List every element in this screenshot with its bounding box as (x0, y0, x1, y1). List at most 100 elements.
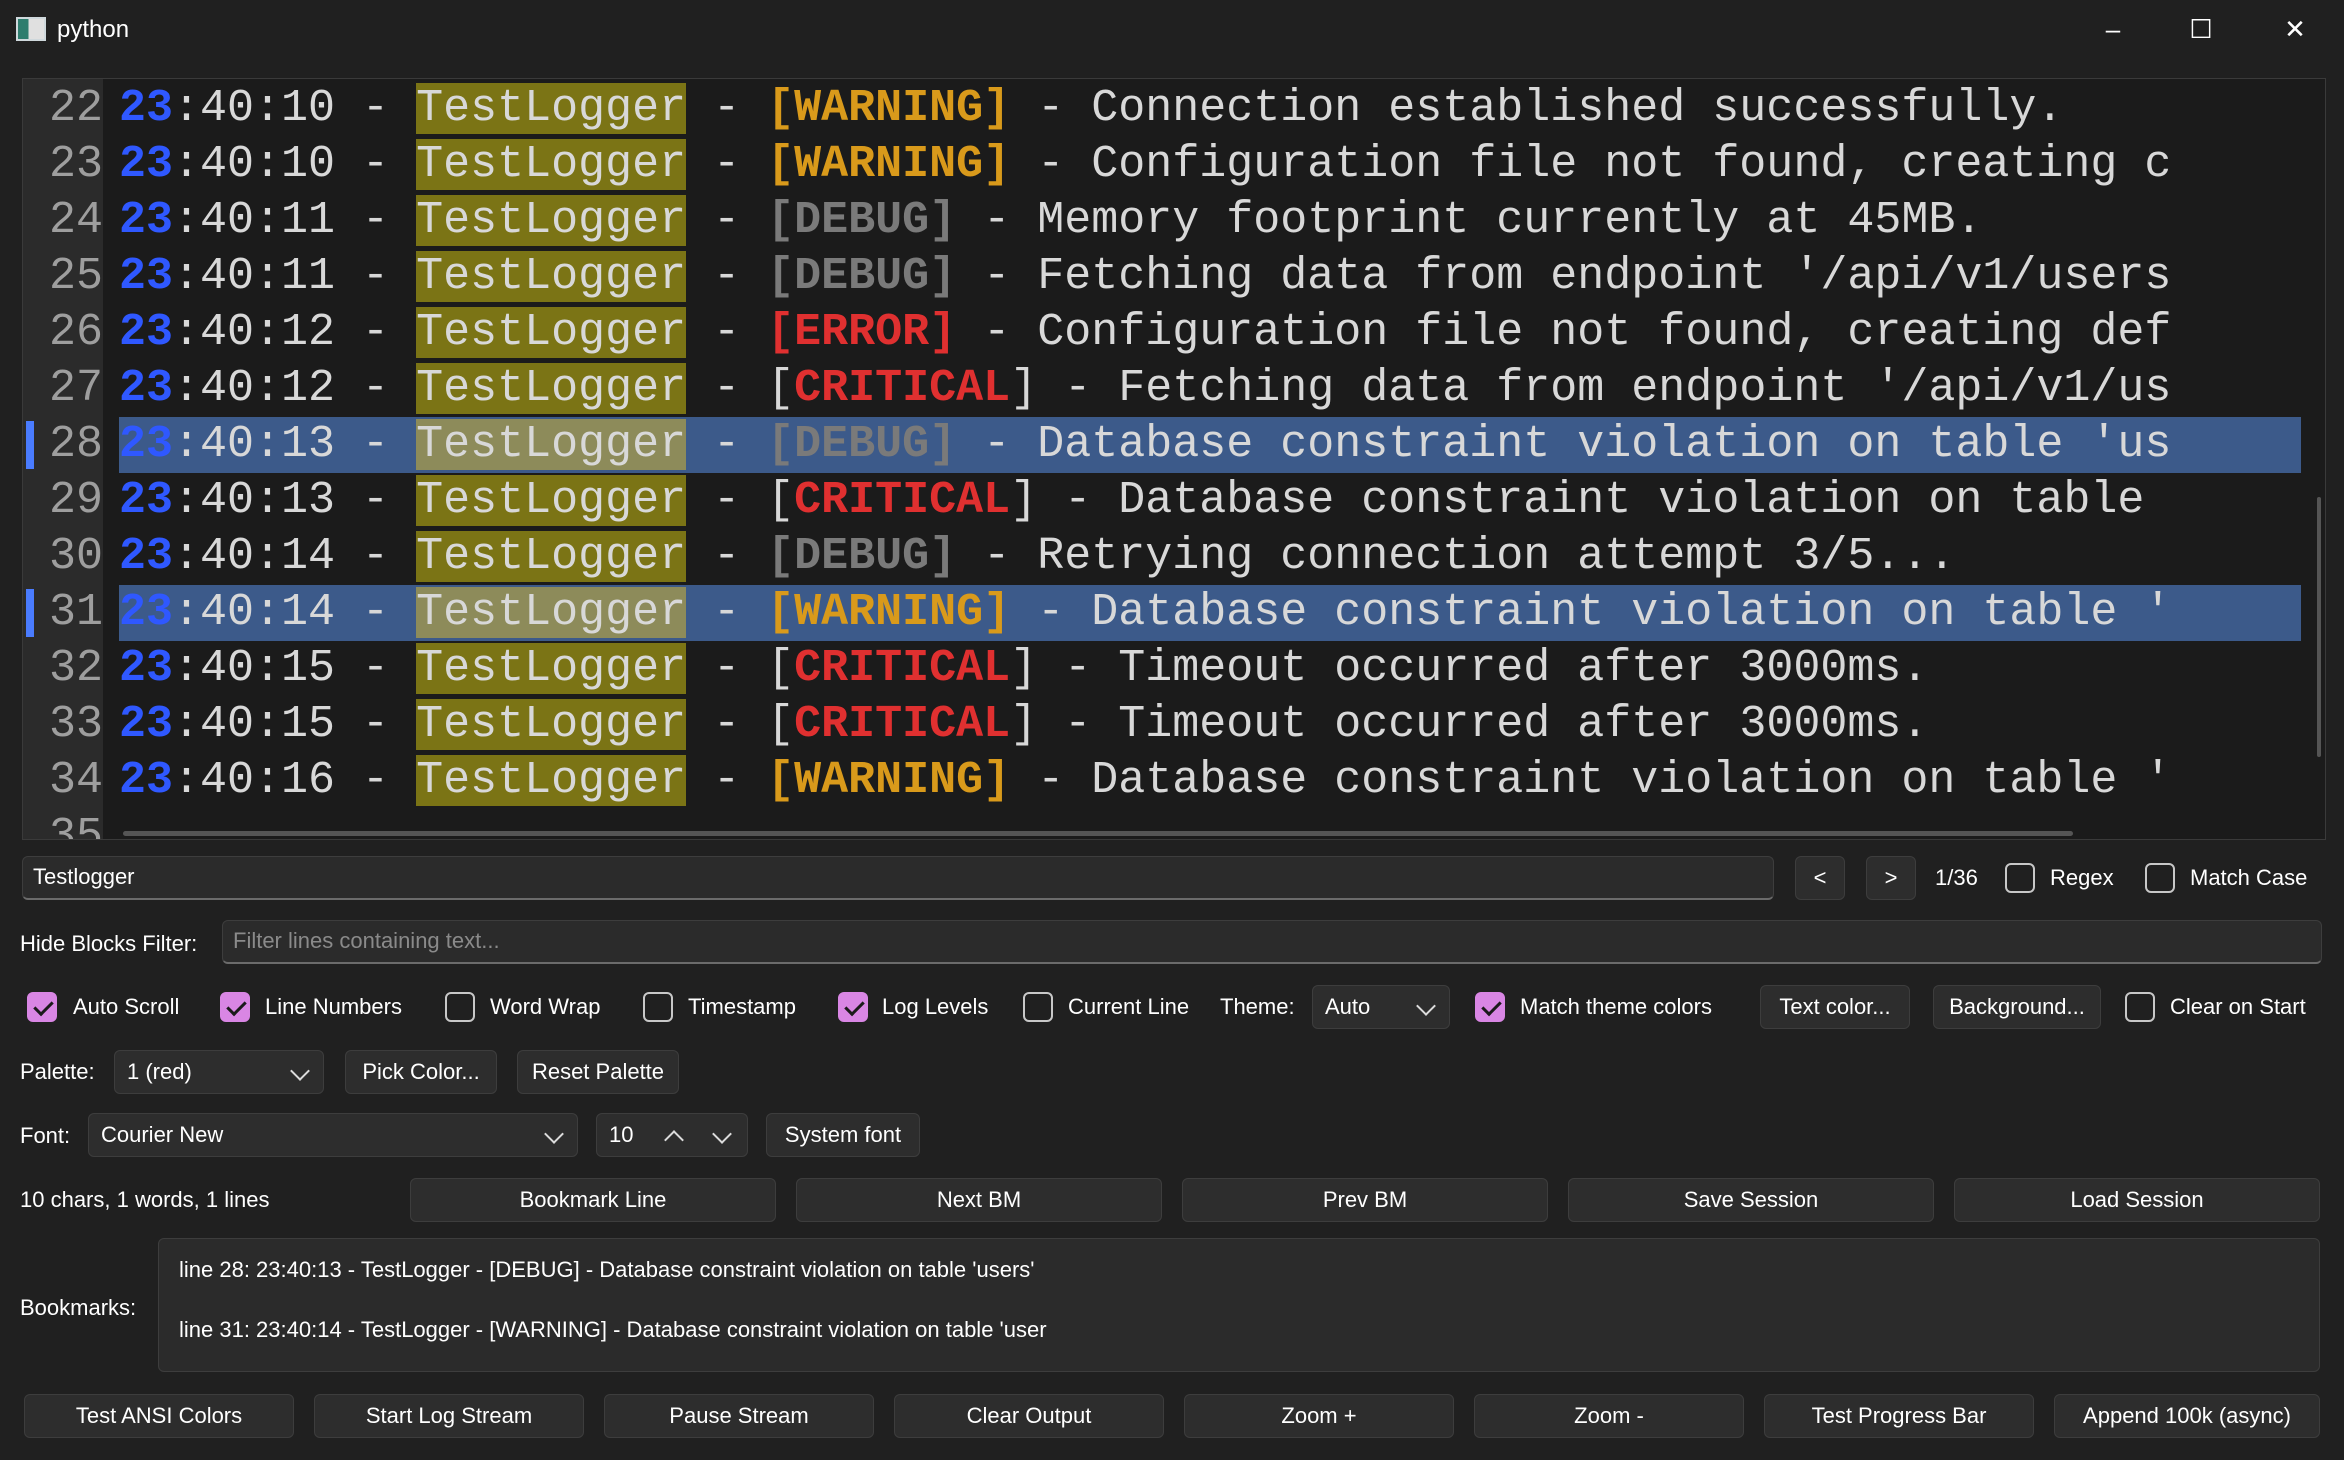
test-progress-bar-button[interactable]: Test Progress Bar (1764, 1394, 2034, 1438)
log-level-badge: [WARNING] (767, 83, 1011, 134)
log-line[interactable]: 24 23:40:11 - TestLogger - [DEBUG] - Memo… (23, 193, 2325, 249)
line-number: 27 (48, 363, 103, 414)
zoom-in-button[interactable]: Zoom + (1184, 1394, 1454, 1438)
logger-name-highlight: TestLogger (416, 475, 687, 526)
log-level-badge: [ERROR] (767, 307, 957, 358)
line-numbers-label: Line Numbers (265, 994, 402, 1019)
log-line[interactable]: 27 23:40:12 - TestLogger - [CRITICAL] - F… (23, 361, 2325, 417)
close-button[interactable]: ✕ (2250, 0, 2340, 58)
logger-name-highlight: TestLogger (416, 307, 687, 358)
line-number: 31 (48, 587, 103, 638)
word-wrap-label: Word Wrap (490, 994, 601, 1019)
log-time: :40:12 (173, 307, 336, 358)
timestamp-label: Timestamp (688, 994, 796, 1019)
log-line[interactable]: 35 (23, 809, 2325, 839)
log-message: - Database constraint violation on table… (1010, 587, 2172, 638)
line-number: 30 (48, 531, 103, 582)
auto-scroll-checkbox[interactable] (27, 992, 57, 1022)
minimize-button[interactable]: – (2068, 0, 2158, 58)
log-level-text: DEBUG (794, 251, 930, 302)
font-family-value: Courier New (101, 1122, 224, 1147)
line-number: 28 (48, 419, 103, 470)
separator: - (686, 139, 768, 190)
log-line-text (119, 809, 2301, 839)
background-color-button[interactable]: Background... (1933, 985, 2101, 1029)
chevron-down-icon (1416, 996, 1436, 1016)
log-hour: 23 (119, 419, 174, 470)
font-family-select[interactable]: Courier New (88, 1113, 578, 1157)
start-log-stream-button[interactable]: Start Log Stream (314, 1394, 584, 1438)
log-line[interactable]: 29 23:40:13 - TestLogger - [CRITICAL] - D… (23, 473, 2325, 529)
line-number: 32 (48, 643, 103, 694)
font-size-spinbox[interactable]: 10 (596, 1113, 748, 1157)
pause-stream-button[interactable]: Pause Stream (604, 1394, 874, 1438)
reset-palette-button[interactable]: Reset Palette (517, 1050, 679, 1094)
line-numbers-checkbox[interactable] (220, 992, 250, 1022)
log-level-badge: [WARNING] (767, 139, 1011, 190)
log-line[interactable]: 30 23:40:14 - TestLogger - [DEBUG] - Retr… (23, 529, 2325, 585)
app-icon (16, 17, 46, 41)
load-session-button[interactable]: Load Session (1954, 1178, 2320, 1222)
log-line[interactable]: 31 23:40:14 - TestLogger - [WARNING] - Da… (23, 585, 2325, 641)
next-bookmark-button[interactable]: Next BM (796, 1178, 1162, 1222)
log-line[interactable]: 23 23:40:10 - TestLogger - [WARNING] - Co… (23, 137, 2325, 193)
log-hour: 23 (119, 307, 174, 358)
increment-icon[interactable] (664, 1130, 684, 1150)
log-line[interactable]: 34 23:40:16 - TestLogger - [WARNING] - Da… (23, 753, 2325, 809)
log-line[interactable]: 22 23:40:10 - TestLogger - [WARNING] - Co… (23, 81, 2325, 137)
log-message: - Fetching data from endpoint '/api/v1/u… (956, 251, 2172, 302)
text-color-button[interactable]: Text color... (1760, 985, 1910, 1029)
system-font-button[interactable]: System font (766, 1113, 920, 1157)
theme-select-value: Auto (1325, 994, 1371, 1019)
log-line[interactable]: 32 23:40:15 - TestLogger - [CRITICAL] - T… (23, 641, 2325, 697)
palette-select[interactable]: 1 (red) (114, 1050, 324, 1094)
decrement-icon[interactable] (712, 1124, 732, 1144)
log-output[interactable]: 22 23:40:10 - TestLogger - [WARNING] - Co… (22, 78, 2326, 840)
append-100k-button[interactable]: Append 100k (async) (2054, 1394, 2320, 1438)
log-level-text: DEBUG (794, 531, 930, 582)
search-prev-button[interactable]: < (1795, 856, 1845, 900)
bookmark-line-button[interactable]: Bookmark Line (410, 1178, 776, 1222)
maximize-button[interactable]: ☐ (2156, 0, 2246, 58)
log-line[interactable]: 28 23:40:13 - TestLogger - [DEBUG] - Data… (23, 417, 2325, 473)
regex-checkbox[interactable] (2005, 863, 2035, 893)
log-message: - Database constraint violation on table (1037, 475, 2145, 526)
zoom-out-button[interactable]: Zoom - (1474, 1394, 1744, 1438)
search-input[interactable]: Testlogger (22, 856, 1774, 900)
save-session-button[interactable]: Save Session (1568, 1178, 1934, 1222)
current-line-checkbox[interactable] (1023, 992, 1053, 1022)
prev-bookmark-button[interactable]: Prev BM (1182, 1178, 1548, 1222)
line-number: 29 (48, 475, 103, 526)
clear-on-start-checkbox[interactable] (2125, 992, 2155, 1022)
log-levels-label: Log Levels (882, 994, 989, 1019)
log-level-badge: [WARNING] (767, 587, 1011, 638)
log-line[interactable]: 26 23:40:12 - TestLogger - [ERROR] - Conf… (23, 305, 2325, 361)
log-level-badge: [DEBUG] (767, 419, 957, 470)
bookmarks-label: Bookmarks: (20, 1295, 137, 1320)
match-theme-checkbox[interactable] (1475, 992, 1505, 1022)
hide-filter-input[interactable]: Filter lines containing text... (222, 920, 2322, 964)
bookmark-item[interactable]: line 31: 23:40:14 - TestLogger - [WARNIN… (179, 1317, 1047, 1343)
log-level-badge: CRITICAL (794, 699, 1011, 750)
logger-name-highlight: TestLogger (416, 643, 687, 694)
search-match-count: 1/36 (1935, 865, 1978, 890)
theme-select[interactable]: Auto (1312, 985, 1450, 1029)
log-message: - Timeout occurred after 3000ms. (1037, 699, 1929, 750)
log-line[interactable]: 33 23:40:15 - TestLogger - [CRITICAL] - T… (23, 697, 2325, 753)
search-next-button[interactable]: > (1866, 856, 1916, 900)
log-levels-checkbox[interactable] (838, 992, 868, 1022)
bookmark-item[interactable]: line 28: 23:40:13 - TestLogger - [DEBUG]… (179, 1257, 1034, 1283)
word-wrap-checkbox[interactable] (445, 992, 475, 1022)
clear-output-button[interactable]: Clear Output (894, 1394, 1164, 1438)
log-line-text: 23:40:10 - TestLogger - [WARNING] - Conf… (119, 137, 2301, 193)
log-hour: 23 (119, 251, 174, 302)
log-message: - Database constraint violation on table… (956, 419, 2172, 470)
test-ansi-colors-button[interactable]: Test ANSI Colors (24, 1394, 294, 1438)
logger-name-highlight: TestLogger (416, 419, 687, 470)
log-line[interactable]: 25 23:40:11 - TestLogger - [DEBUG] - Fetc… (23, 249, 2325, 305)
log-message: - Database constraint violation on table… (1010, 755, 2172, 806)
match-case-checkbox[interactable] (2145, 863, 2175, 893)
pick-color-button[interactable]: Pick Color... (345, 1050, 497, 1094)
timestamp-checkbox[interactable] (643, 992, 673, 1022)
separator: - (686, 363, 768, 414)
